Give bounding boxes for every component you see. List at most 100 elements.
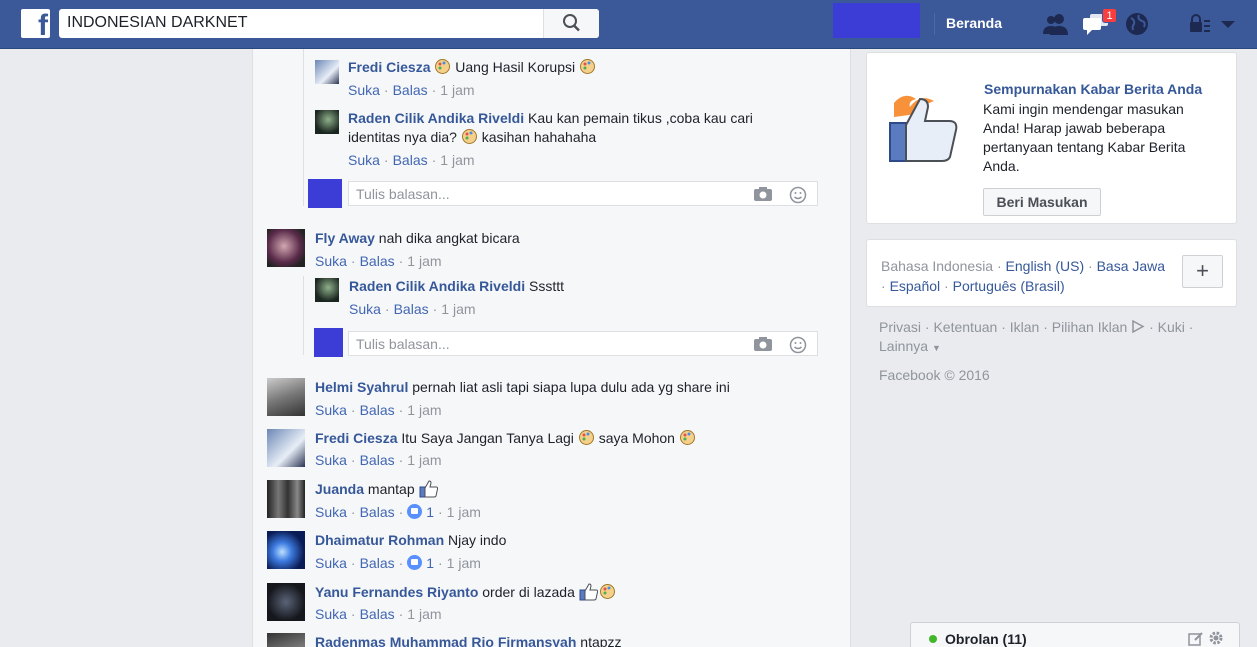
more-languages-button[interactable]: + bbox=[1182, 255, 1223, 288]
comment-text: Raden Cilik Andika Riveldi Kau kan pemai… bbox=[348, 110, 753, 145]
search-input[interactable]: INDONESIAN DARKNET bbox=[67, 14, 247, 32]
facebook-logo-icon[interactable]: f bbox=[21, 9, 50, 38]
palette-emoji-icon bbox=[679, 430, 695, 445]
comment-time[interactable]: 1 jam bbox=[441, 301, 475, 317]
commenter-name[interactable]: Raden Cilik Andika Riveldi bbox=[348, 110, 524, 126]
home-link[interactable]: Beranda bbox=[946, 15, 1002, 31]
search-button[interactable] bbox=[543, 9, 599, 38]
like-link[interactable]: Suka bbox=[315, 452, 347, 468]
avatar[interactable] bbox=[267, 378, 305, 416]
commenter-name[interactable]: Yanu Fernandes Riyanto bbox=[315, 584, 478, 600]
reply-thread-line bbox=[303, 276, 304, 355]
messages-badge[interactable]: 1 bbox=[1102, 8, 1117, 23]
footer-link[interactable]: Iklan bbox=[1010, 319, 1040, 335]
like-reaction-icon[interactable] bbox=[407, 555, 423, 570]
reply-input[interactable]: Tulis balasan... bbox=[348, 331, 818, 356]
comment-actions: Suka · Balas · 1 jam bbox=[349, 301, 476, 317]
reply-link[interactable]: Balas bbox=[360, 402, 395, 418]
nav-divider bbox=[934, 13, 935, 35]
language-link[interactable]: Português (Brasil) bbox=[953, 278, 1065, 294]
search-icon bbox=[563, 14, 580, 32]
avatar[interactable] bbox=[267, 480, 305, 518]
comment-time[interactable]: 1 jam bbox=[407, 253, 441, 269]
account-menu-chevron-icon[interactable] bbox=[1218, 11, 1238, 37]
reply-link[interactable]: Balas bbox=[394, 301, 429, 317]
like-link[interactable]: Suka bbox=[315, 402, 347, 418]
avatar[interactable] bbox=[315, 60, 339, 84]
online-status-icon bbox=[929, 635, 937, 643]
like-link[interactable]: Suka bbox=[315, 253, 347, 269]
avatar[interactable] bbox=[315, 110, 339, 134]
commenter-name[interactable]: Radenmas Muhammad Rio Firmansyah bbox=[315, 634, 576, 647]
reply-link[interactable]: Balas bbox=[360, 606, 395, 622]
chat-label[interactable]: Obrolan (11) bbox=[945, 631, 1027, 647]
comment-actions: Suka · Balas · 1 jam bbox=[348, 82, 475, 98]
avatar[interactable] bbox=[267, 583, 305, 621]
avatar[interactable] bbox=[267, 429, 305, 467]
like-count[interactable]: 1 bbox=[426, 555, 434, 571]
footer-link[interactable]: Ketentuan bbox=[933, 319, 997, 335]
comment-time[interactable]: 1 jam bbox=[407, 402, 441, 418]
thumbs-up-emoji-icon bbox=[419, 480, 438, 498]
comment-time[interactable]: 1 jam bbox=[407, 452, 441, 468]
footer-link[interactable]: Kuki bbox=[1158, 319, 1185, 335]
footer-links: Privasi · Ketentuan · Iklan · Pilihan Ik… bbox=[879, 319, 1194, 354]
reply-link[interactable]: Balas bbox=[360, 504, 395, 520]
like-reaction-icon[interactable] bbox=[407, 504, 423, 519]
globe-icon[interactable] bbox=[1123, 11, 1151, 37]
footer-link[interactable]: Privasi bbox=[879, 319, 921, 335]
like-link[interactable]: Suka bbox=[315, 555, 347, 571]
comment-time[interactable]: 1 jam bbox=[407, 606, 441, 622]
like-link[interactable]: Suka bbox=[315, 606, 347, 622]
chevron-down-icon[interactable]: ▼ bbox=[932, 343, 941, 353]
commenter-name[interactable]: Helmi Syahrul bbox=[315, 379, 408, 395]
reply-link[interactable]: Balas bbox=[360, 555, 395, 571]
search-bar[interactable]: INDONESIAN DARKNET bbox=[59, 9, 599, 38]
reply-link[interactable]: Balas bbox=[393, 152, 428, 168]
like-link[interactable]: Suka bbox=[315, 504, 347, 520]
emoji-picker-icon[interactable] bbox=[789, 186, 807, 204]
commenter-name[interactable]: Raden Cilik Andika Riveldi bbox=[349, 278, 525, 294]
comment-text: Raden Cilik Andika Riveldi Sssttt bbox=[349, 278, 564, 294]
like-link[interactable]: Suka bbox=[348, 152, 380, 168]
reply-input[interactable]: Tulis balasan... bbox=[348, 181, 818, 206]
gear-icon[interactable] bbox=[1208, 630, 1224, 646]
give-feedback-button[interactable]: Beri Masukan bbox=[983, 188, 1101, 216]
commenter-name[interactable]: Fredi Ciesza bbox=[315, 430, 397, 446]
feedback-title[interactable]: Sempurnakan Kabar Berita Anda bbox=[984, 81, 1202, 97]
comment-time[interactable]: 1 jam bbox=[447, 555, 481, 571]
friend-requests-icon[interactable] bbox=[1042, 11, 1070, 37]
comment-time[interactable]: 1 jam bbox=[440, 82, 474, 98]
avatar[interactable] bbox=[315, 278, 339, 302]
like-link[interactable]: Suka bbox=[348, 82, 380, 98]
language-link[interactable]: Español bbox=[890, 278, 941, 294]
profile-link-redacted[interactable] bbox=[833, 3, 920, 38]
camera-icon[interactable] bbox=[753, 336, 773, 352]
commenter-name[interactable]: Fredi Ciesza bbox=[348, 59, 430, 75]
comment-time[interactable]: 1 jam bbox=[447, 504, 481, 520]
language-link[interactable]: Basa Jawa bbox=[1097, 258, 1165, 274]
reply-link[interactable]: Balas bbox=[393, 82, 428, 98]
adchoices-icon[interactable] bbox=[1131, 319, 1145, 334]
privacy-shortcut-icon[interactable] bbox=[1186, 11, 1214, 37]
footer-more-link[interactable]: Lainnya bbox=[879, 338, 928, 354]
camera-icon[interactable] bbox=[753, 186, 773, 202]
commenter-name[interactable]: Fly Away bbox=[315, 230, 375, 246]
commenter-name[interactable]: Juanda bbox=[315, 481, 364, 497]
avatar[interactable] bbox=[267, 229, 305, 267]
reply-link[interactable]: Balas bbox=[360, 253, 395, 269]
avatar[interactable] bbox=[267, 531, 305, 569]
compose-icon[interactable] bbox=[1188, 631, 1204, 647]
chat-bar[interactable]: Obrolan (11) bbox=[910, 622, 1240, 647]
commenter-name[interactable]: Dhaimatur Rohman bbox=[315, 532, 444, 548]
footer-link[interactable]: Pilihan Iklan bbox=[1052, 319, 1128, 335]
palette-emoji-icon bbox=[461, 129, 477, 144]
reply-link[interactable]: Balas bbox=[360, 452, 395, 468]
palette-emoji-icon bbox=[435, 59, 451, 74]
emoji-picker-icon[interactable] bbox=[789, 336, 807, 354]
avatar[interactable] bbox=[267, 633, 305, 647]
language-link[interactable]: English (US) bbox=[1006, 258, 1085, 274]
like-count[interactable]: 1 bbox=[426, 504, 434, 520]
comment-time[interactable]: 1 jam bbox=[440, 152, 474, 168]
like-link[interactable]: Suka bbox=[349, 301, 381, 317]
